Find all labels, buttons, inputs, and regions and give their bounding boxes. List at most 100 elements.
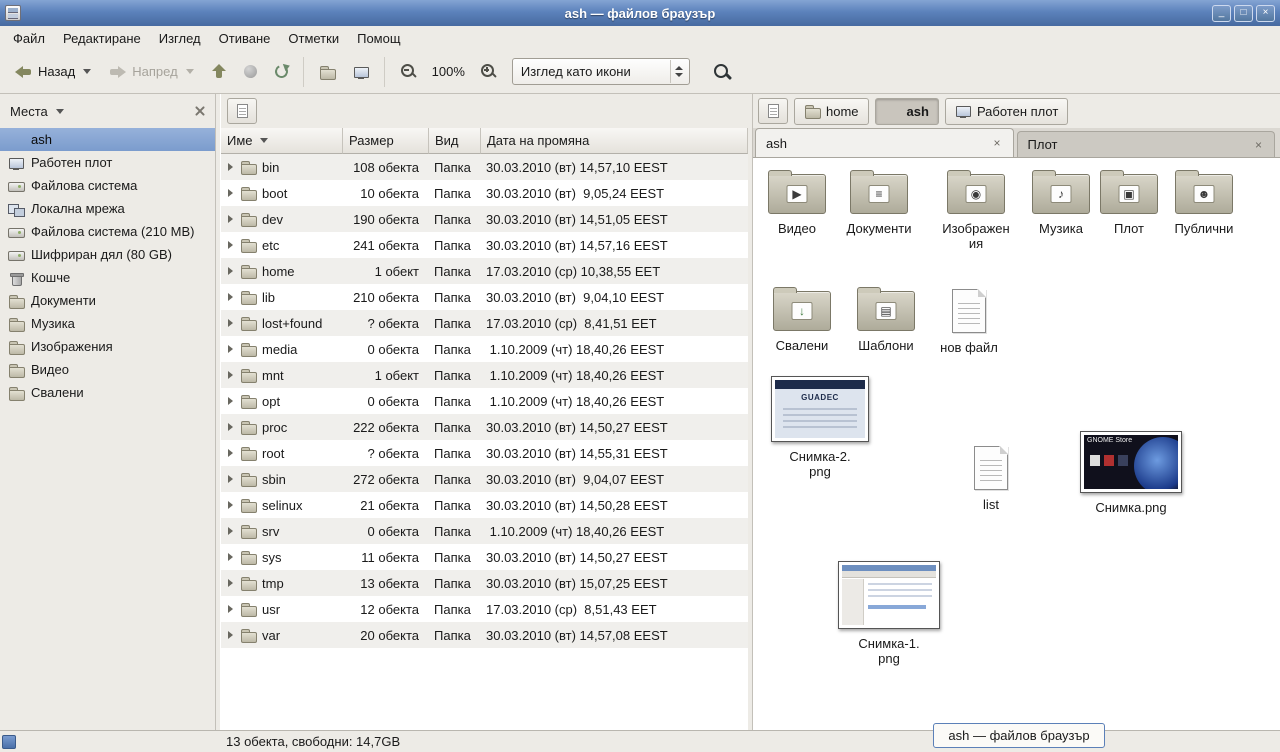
expander-icon[interactable] [228, 319, 233, 327]
view-mode-spinner-icons[interactable] [670, 60, 688, 83]
expander-icon[interactable] [228, 501, 233, 509]
close-button[interactable]: × [1256, 5, 1275, 22]
pathbar-button[interactable]: Работен плот [945, 98, 1068, 125]
pathbar-button[interactable]: ash [875, 98, 939, 125]
sidebar-item[interactable]: ash [0, 128, 215, 151]
expander-icon[interactable] [228, 189, 233, 197]
sidebar-item[interactable]: Видео [0, 358, 215, 381]
icon-item-downloads[interactable]: ↓ Свалени [763, 291, 841, 353]
sidebar-item[interactable]: Шифриран дял (80 GB) [0, 243, 215, 266]
table-row[interactable]: etc 241 обекта Папка 30.03.2010 (вт) 14,… [221, 232, 748, 258]
icon-item-snimka[interactable]: GNOME Store Снимка.png [1079, 431, 1183, 515]
table-row[interactable]: tmp 13 обекта Папка 30.03.2010 (вт) 15,0… [221, 570, 748, 596]
sidebar-item[interactable]: Изображения [0, 335, 215, 358]
icon-item-desktop-folder[interactable]: ▣ Плот [1093, 174, 1165, 236]
expander-icon[interactable] [228, 527, 233, 535]
back-history-dropdown-icon[interactable] [83, 69, 91, 74]
table-row[interactable]: lib 210 обекта Папка 30.03.2010 (вт) 9,0… [221, 284, 748, 310]
table-row[interactable]: dev 190 обекта Папка 30.03.2010 (вт) 14,… [221, 206, 748, 232]
show-desktop-button[interactable] [2, 735, 16, 749]
table-row[interactable]: home 1 обект Папка 17.03.2010 (ср) 10,38… [221, 258, 748, 284]
table-row[interactable]: root ? обекта Папка 30.03.2010 (вт) 14,5… [221, 440, 748, 466]
menu-item[interactable]: Отиване [210, 28, 280, 49]
sidebar-header[interactable]: Места [0, 94, 215, 128]
icon-item-snimka1[interactable]: Снимка-1.png [837, 561, 941, 666]
icon-item-video[interactable]: ▶ Видео [758, 174, 836, 236]
expander-icon[interactable] [228, 345, 233, 353]
sidebar-item[interactable]: Файлова система (210 MB) [0, 220, 215, 243]
table-row[interactable]: sbin 272 обекта Папка 30.03.2010 (вт) 9,… [221, 466, 748, 492]
view-mode-select[interactable]: Изглед като икони [512, 58, 690, 85]
sidebar-item[interactable]: Документи [0, 289, 215, 312]
forward-button[interactable]: Напред [100, 55, 202, 89]
icon-item-list-file[interactable]: list [953, 446, 1029, 512]
pathbar-root-button[interactable] [758, 98, 788, 124]
menu-item[interactable]: Отметки [279, 28, 348, 49]
maximize-button[interactable]: □ [1234, 5, 1253, 22]
sidebar-item[interactable]: Кошче [0, 266, 215, 289]
table-row[interactable]: lost+found ? обекта Папка 17.03.2010 (ср… [221, 310, 748, 336]
icon-item-new-file[interactable]: нов файл [930, 289, 1008, 355]
tab[interactable]: ash × [755, 128, 1014, 157]
expander-icon[interactable] [228, 423, 233, 431]
icon-item-snimka2[interactable]: GUADEC Снимка-2.png [770, 376, 870, 479]
icon-item-templates[interactable]: ▤ Шаблони [847, 291, 925, 353]
menu-item[interactable]: Редактиране [54, 28, 150, 49]
table-row[interactable]: usr 12 обекта Папка 17.03.2010 (ср) 8,51… [221, 596, 748, 622]
tab[interactable]: Плот × [1017, 131, 1276, 157]
expander-icon[interactable] [228, 579, 233, 587]
zoom-out-button[interactable] [391, 55, 426, 89]
sidebar-item[interactable]: Работен плот [0, 151, 215, 174]
expander-icon[interactable] [228, 449, 233, 457]
up-button[interactable] [203, 55, 235, 89]
sidebar-item[interactable]: Музика [0, 312, 215, 335]
icon-view[interactable]: ▶ Видео ≡ Документи ◉ Изображения ♪ Музи… [753, 158, 1280, 730]
column-header-date[interactable]: Дата на промяна [481, 128, 748, 154]
expander-icon[interactable] [228, 371, 233, 379]
expander-icon[interactable] [228, 215, 233, 223]
expander-icon[interactable] [228, 475, 233, 483]
column-header-name[interactable]: Име [221, 128, 343, 154]
table-row[interactable]: opt 0 обекта Папка 1.10.2009 (чт) 18,40,… [221, 388, 748, 414]
reload-button[interactable] [266, 55, 297, 89]
sidebar-mode-dropdown-icon[interactable] [56, 109, 64, 114]
icon-item-music[interactable]: ♪ Музика [1023, 174, 1099, 236]
titlebar[interactable]: ash — файлов браузър _ □ × [0, 0, 1280, 26]
tab-close-icon[interactable]: × [991, 137, 1002, 149]
sidebar-item[interactable]: Свалени [0, 381, 215, 404]
zoom-in-button[interactable] [471, 55, 506, 89]
column-header-type[interactable]: Вид [429, 128, 481, 154]
sidebar-item[interactable]: Локална мрежа [0, 197, 215, 220]
table-row[interactable]: bin 108 обекта Папка 30.03.2010 (вт) 14,… [221, 154, 748, 180]
table-row[interactable]: sys 11 обекта Папка 30.03.2010 (вт) 14,5… [221, 544, 748, 570]
table-row[interactable]: srv 0 обекта Папка 1.10.2009 (чт) 18,40,… [221, 518, 748, 544]
pathbar-button[interactable]: home [794, 98, 869, 125]
table-row[interactable]: mnt 1 обект Папка 1.10.2009 (чт) 18,40,2… [221, 362, 748, 388]
table-row[interactable]: var 20 обекта Папка 30.03.2010 (вт) 14,5… [221, 622, 748, 648]
forward-history-dropdown-icon[interactable] [186, 69, 194, 74]
expander-icon[interactable] [228, 605, 233, 613]
tree-view[interactable]: bin 108 обекта Папка 30.03.2010 (вт) 14,… [221, 154, 748, 648]
column-header-size[interactable]: Размер [343, 128, 429, 154]
pane-location-button[interactable] [227, 98, 257, 124]
back-button[interactable]: Назад [6, 55, 100, 89]
computer-button[interactable] [344, 55, 378, 89]
icon-item-pictures[interactable]: ◉ Изображения [938, 174, 1014, 251]
sidebar-item[interactable]: Файлова система [0, 174, 215, 197]
expander-icon[interactable] [228, 163, 233, 171]
menu-item[interactable]: Помощ [348, 28, 409, 49]
expander-icon[interactable] [228, 397, 233, 405]
expander-icon[interactable] [228, 267, 233, 275]
home-button[interactable] [310, 55, 344, 89]
tab-close-icon[interactable]: × [1253, 139, 1264, 151]
icon-item-public[interactable]: ☻ Публични [1165, 174, 1243, 236]
table-row[interactable]: media 0 обекта Папка 1.10.2009 (чт) 18,4… [221, 336, 748, 362]
expander-icon[interactable] [228, 241, 233, 249]
minimize-button[interactable]: _ [1212, 5, 1231, 22]
expander-icon[interactable] [228, 293, 233, 301]
icon-item-documents[interactable]: ≡ Документи [839, 174, 919, 236]
search-button[interactable] [704, 55, 740, 89]
table-row[interactable]: proc 222 обекта Папка 30.03.2010 (вт) 14… [221, 414, 748, 440]
stop-button[interactable] [235, 55, 266, 89]
sidebar-close-icon[interactable] [195, 106, 205, 116]
